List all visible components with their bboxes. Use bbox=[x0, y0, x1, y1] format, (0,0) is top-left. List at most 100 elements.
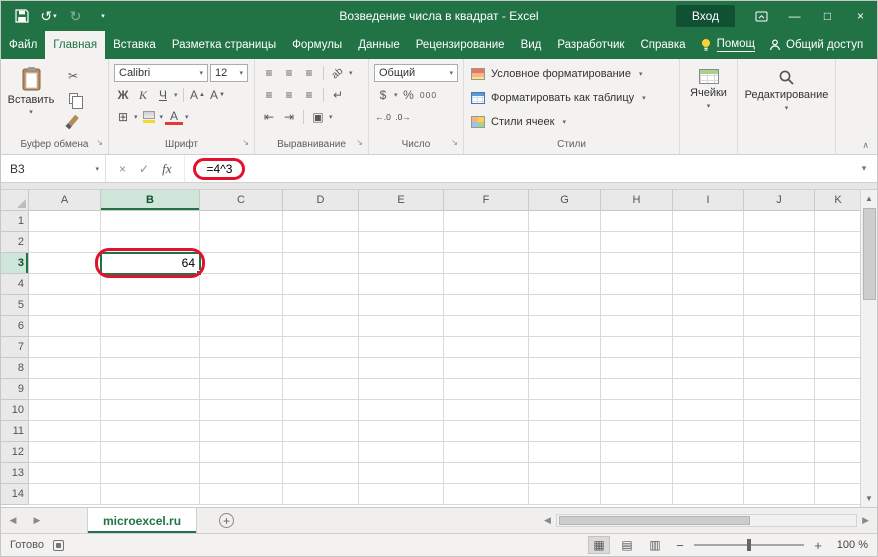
scroll-right-button[interactable]: ▶ bbox=[857, 515, 874, 526]
cell-C12[interactable] bbox=[200, 442, 283, 463]
cell-C7[interactable] bbox=[200, 337, 283, 358]
underline-button[interactable]: Ч bbox=[154, 86, 172, 104]
row-header-8[interactable]: 8 bbox=[1, 358, 29, 379]
font-name-select[interactable]: Calibri ▾ bbox=[114, 64, 208, 82]
column-header-F[interactable]: F bbox=[444, 190, 529, 211]
row-header-1[interactable]: 1 bbox=[1, 211, 29, 232]
save-button[interactable] bbox=[9, 4, 34, 28]
page-layout-view-button[interactable]: ▤ bbox=[616, 536, 638, 554]
cell-I1[interactable] bbox=[673, 211, 744, 232]
cell-D2[interactable] bbox=[283, 232, 359, 253]
cell-G9[interactable] bbox=[529, 379, 601, 400]
cell-A13[interactable] bbox=[29, 463, 101, 484]
cell-I3[interactable] bbox=[673, 253, 744, 274]
cell-F1[interactable] bbox=[444, 211, 529, 232]
cell-B4[interactable] bbox=[101, 274, 200, 295]
cell-D7[interactable] bbox=[283, 337, 359, 358]
cell-B5[interactable] bbox=[101, 295, 200, 316]
horizontal-scrollbar[interactable]: ◀ ▶ bbox=[539, 508, 877, 533]
collapse-ribbon-button[interactable]: ∧ bbox=[862, 140, 869, 151]
cell-G12[interactable] bbox=[529, 442, 601, 463]
zoom-level[interactable]: 100 % bbox=[832, 539, 868, 551]
cell-A6[interactable] bbox=[29, 316, 101, 337]
scroll-down-button[interactable]: ▼ bbox=[861, 490, 877, 507]
column-header-C[interactable]: C bbox=[200, 190, 283, 211]
format-as-table-button[interactable]: Форматировать как таблицу ▾ bbox=[467, 86, 676, 110]
row-header-9[interactable]: 9 bbox=[1, 379, 29, 400]
row-header-5[interactable]: 5 bbox=[1, 295, 29, 316]
cell-H3[interactable] bbox=[601, 253, 673, 274]
cell-I10[interactable] bbox=[673, 400, 744, 421]
cell-D12[interactable] bbox=[283, 442, 359, 463]
cell-E4[interactable] bbox=[359, 274, 444, 295]
cell-I13[interactable] bbox=[673, 463, 744, 484]
cell-K4[interactable] bbox=[815, 274, 860, 295]
maximize-button[interactable]: □ bbox=[811, 1, 844, 31]
percent-style-button[interactable]: % bbox=[400, 86, 418, 104]
new-sheet-button[interactable]: + bbox=[197, 508, 246, 533]
column-header-I[interactable]: I bbox=[673, 190, 744, 211]
cell-F12[interactable] bbox=[444, 442, 529, 463]
cell-J5[interactable] bbox=[744, 295, 815, 316]
cell-G2[interactable] bbox=[529, 232, 601, 253]
cell-D10[interactable] bbox=[283, 400, 359, 421]
ribbon-display-options-button[interactable] bbox=[745, 1, 778, 31]
redo-button[interactable]: ↻ bbox=[63, 4, 88, 28]
formula-input[interactable]: =4^3 bbox=[185, 155, 851, 182]
cell-K3[interactable] bbox=[815, 253, 860, 274]
cell-C9[interactable] bbox=[200, 379, 283, 400]
align-right-button[interactable]: ≡ bbox=[300, 86, 318, 104]
cell-E12[interactable] bbox=[359, 442, 444, 463]
font-color-button[interactable]: А bbox=[165, 109, 184, 125]
enter-button[interactable]: ✓ bbox=[139, 162, 149, 176]
vertical-scrollbar[interactable]: ▲ ▼ bbox=[860, 190, 877, 507]
cell-B13[interactable] bbox=[101, 463, 200, 484]
cell-K7[interactable] bbox=[815, 337, 860, 358]
cell-C14[interactable] bbox=[200, 484, 283, 505]
fill-handle[interactable] bbox=[196, 270, 202, 276]
sheet-nav-right-button[interactable]: ▶ bbox=[25, 508, 49, 533]
cell-I11[interactable] bbox=[673, 421, 744, 442]
cell-I6[interactable] bbox=[673, 316, 744, 337]
cell-G10[interactable] bbox=[529, 400, 601, 421]
undo-button[interactable]: ↺ ▾ bbox=[36, 4, 61, 28]
tab-page-layout[interactable]: Разметка страницы bbox=[164, 31, 284, 59]
row-header-3[interactable]: 3 bbox=[1, 253, 29, 274]
scroll-left-button[interactable]: ◀ bbox=[539, 515, 556, 526]
cell-J2[interactable] bbox=[744, 232, 815, 253]
increase-decimal-button[interactable]: ←.0 bbox=[374, 108, 392, 126]
increase-font-size-button[interactable]: А ▲ bbox=[189, 86, 207, 104]
cell-D6[interactable] bbox=[283, 316, 359, 337]
tab-formulas[interactable]: Формулы bbox=[284, 31, 350, 59]
underline-dropdown-icon[interactable]: ▾ bbox=[174, 91, 178, 99]
comma-style-button[interactable]: 000 bbox=[420, 86, 438, 104]
cell-H14[interactable] bbox=[601, 484, 673, 505]
column-header-J[interactable]: J bbox=[744, 190, 815, 211]
cell-B7[interactable] bbox=[101, 337, 200, 358]
cell-G8[interactable] bbox=[529, 358, 601, 379]
cell-A7[interactable] bbox=[29, 337, 101, 358]
decrease-decimal-button[interactable]: .0→ bbox=[394, 108, 412, 126]
italic-button[interactable]: К bbox=[134, 86, 152, 104]
clipboard-dialog-launcher[interactable]: ↘ bbox=[96, 135, 103, 150]
cell-H2[interactable] bbox=[601, 232, 673, 253]
number-format-select[interactable]: Общий ▾ bbox=[374, 64, 458, 82]
cell-C10[interactable] bbox=[200, 400, 283, 421]
cell-A1[interactable] bbox=[29, 211, 101, 232]
row-header-11[interactable]: 11 bbox=[1, 421, 29, 442]
formula-bar-expand-button[interactable]: ▾ bbox=[851, 155, 877, 182]
cell-A5[interactable] bbox=[29, 295, 101, 316]
cell-D13[interactable] bbox=[283, 463, 359, 484]
cell-H12[interactable] bbox=[601, 442, 673, 463]
cell-H7[interactable] bbox=[601, 337, 673, 358]
cell-D8[interactable] bbox=[283, 358, 359, 379]
cell-D4[interactable] bbox=[283, 274, 359, 295]
cell-B8[interactable] bbox=[101, 358, 200, 379]
cell-I5[interactable] bbox=[673, 295, 744, 316]
cell-A11[interactable] bbox=[29, 421, 101, 442]
cell-H10[interactable] bbox=[601, 400, 673, 421]
cell-B10[interactable] bbox=[101, 400, 200, 421]
column-header-D[interactable]: D bbox=[283, 190, 359, 211]
decrease-indent-button[interactable]: ⇤ bbox=[260, 108, 278, 126]
cell-K10[interactable] bbox=[815, 400, 860, 421]
